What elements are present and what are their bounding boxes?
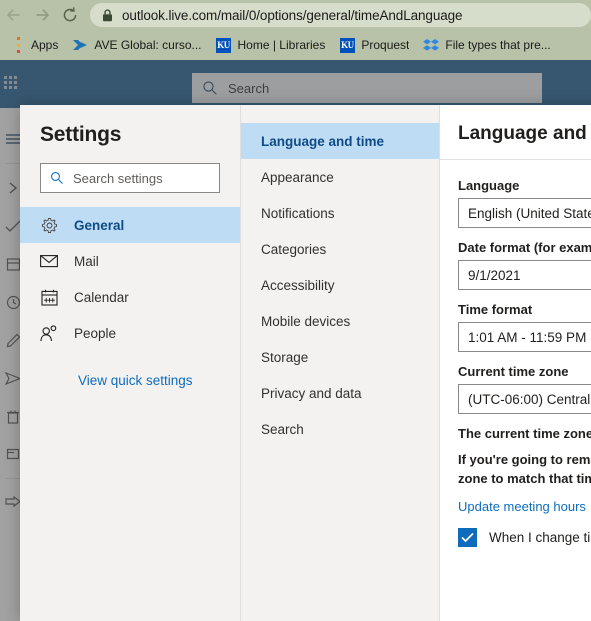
settings-detail-pane: Language and time Language English (Unit…	[440, 105, 591, 621]
category-search[interactable]: Search	[241, 411, 439, 447]
checkbox-checked-icon[interactable]	[458, 527, 477, 547]
address-bar[interactable]: outlook.live.com/mail/0/options/general/…	[90, 3, 591, 27]
ku-logo-icon: KU	[339, 37, 355, 53]
date-format-select[interactable]: 9/1/2021	[458, 260, 591, 290]
category-storage[interactable]: Storage	[241, 339, 439, 375]
category-accessibility[interactable]: Accessibility	[241, 267, 439, 303]
time-zone-label: Current time zone	[458, 364, 569, 379]
bookmark-apps[interactable]: Apps	[4, 33, 63, 57]
search-settings-input[interactable]: Search settings	[40, 163, 220, 193]
bookmark-home-libraries[interactable]: KU Home | Libraries	[211, 33, 331, 57]
page-title: Language and time	[458, 123, 591, 144]
browser-nav-bar: outlook.live.com/mail/0/options/general/…	[0, 0, 591, 30]
time-format-label: Time format	[458, 302, 533, 317]
sidebar-item-label: People	[74, 325, 117, 341]
timezone-note-line-2: If you're going to remote work, update y…	[458, 452, 591, 486]
people-icon	[40, 324, 58, 342]
update-meeting-hours-link[interactable]: Update meeting hours	[458, 499, 591, 514]
title-divider	[440, 159, 591, 160]
gear-icon	[40, 216, 58, 234]
apps-grid-icon	[9, 37, 25, 53]
sidebar-item-calendar[interactable]: Calendar	[20, 279, 240, 315]
timezone-change-checkbox-row[interactable]: When I change time zones	[458, 527, 591, 547]
address-bar-url: outlook.live.com/mail/0/options/general/…	[122, 7, 463, 23]
category-mobile-devices[interactable]: Mobile devices	[241, 303, 439, 339]
sidebar-item-label: General	[74, 217, 125, 233]
bookmark-label: Home | Libraries	[237, 38, 326, 52]
search-icon	[50, 171, 64, 185]
forward-button[interactable]	[28, 1, 56, 29]
category-categories[interactable]: Categories	[241, 231, 439, 267]
bookmark-label: Proquest	[361, 38, 410, 52]
settings-nav-column: Settings Search settings General Mail Ca…	[20, 105, 240, 621]
time-zone-select[interactable]: (UTC-06:00) Central Time (US & Canada)	[458, 384, 591, 414]
category-notifications[interactable]: Notifications	[241, 195, 439, 231]
bookmarks-bar: Apps AVE Global: curso... KU Home | Libr…	[0, 30, 591, 60]
language-label: Language	[458, 178, 520, 193]
search-settings-placeholder: Search settings	[73, 170, 163, 186]
bookmark-label: AVE Global: curso...	[94, 38, 202, 52]
sidebar-item-people[interactable]: People	[20, 315, 240, 351]
bookmark-proquest[interactable]: KU Proquest	[334, 33, 414, 57]
sidebar-item-general[interactable]: General	[20, 207, 240, 243]
category-privacy-and-data[interactable]: Privacy and data	[241, 375, 439, 411]
sidebar-item-label: Calendar	[74, 289, 129, 305]
ave-logo-icon	[72, 37, 88, 53]
back-button[interactable]	[0, 1, 28, 29]
category-language-and-time[interactable]: Language and time	[241, 123, 439, 159]
date-format-label: Date format (for example)	[458, 240, 591, 255]
mail-icon	[40, 252, 58, 270]
calendar-icon	[40, 288, 58, 306]
timezone-note-line-1: The current time zone is	[458, 426, 591, 441]
settings-title: Settings	[40, 123, 122, 146]
lock-icon	[100, 8, 114, 22]
bookmark-ave-global[interactable]: AVE Global: curso...	[67, 33, 206, 57]
bookmark-label: File types that pre...	[445, 38, 551, 52]
sidebar-item-mail[interactable]: Mail	[20, 243, 240, 279]
ku-logo-icon: KU	[216, 37, 232, 53]
view-quick-settings-link[interactable]: View quick settings	[20, 373, 240, 388]
dropbox-icon	[423, 37, 440, 53]
bookmark-file-types[interactable]: File types that pre...	[418, 33, 555, 57]
browser-chrome: outlook.live.com/mail/0/options/general/…	[0, 0, 591, 60]
checkbox-label: When I change time zones	[489, 529, 591, 545]
category-appearance[interactable]: Appearance	[241, 159, 439, 195]
screen: Search	[0, 0, 591, 621]
language-select[interactable]: English (United States)	[458, 198, 591, 228]
reload-button[interactable]	[56, 1, 84, 29]
time-format-select[interactable]: 1:01 AM - 11:59 PM	[458, 322, 591, 352]
settings-category-column: Language and time Appearance Notificatio…	[240, 105, 440, 621]
settings-dialog: Settings Search settings General Mail Ca…	[20, 105, 591, 621]
bookmark-label: Apps	[31, 38, 59, 52]
sidebar-item-label: Mail	[74, 253, 99, 269]
